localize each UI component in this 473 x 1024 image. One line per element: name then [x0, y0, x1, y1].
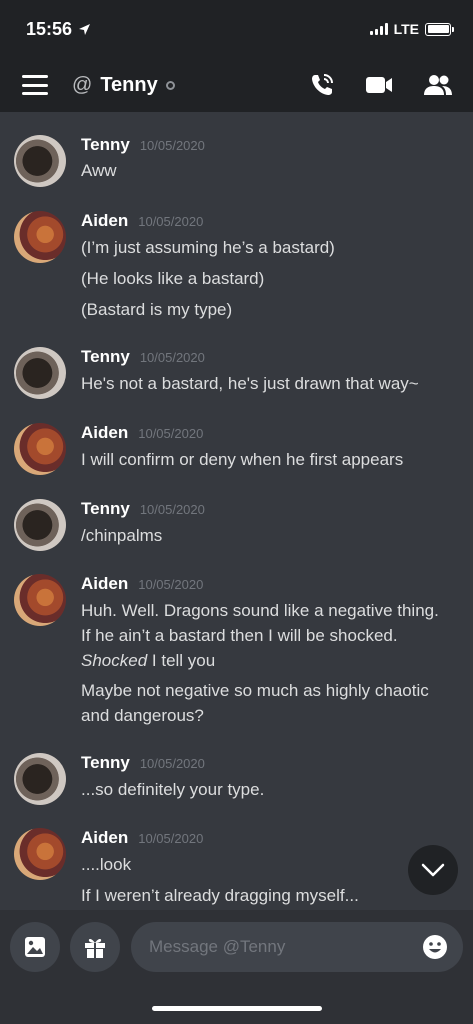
- channel-header: @ Tenny: [0, 58, 473, 112]
- message-author[interactable]: Aiden: [81, 574, 128, 594]
- location-arrow-icon: [79, 23, 91, 35]
- message-text: He's not a bastard, he's just drawn that…: [81, 374, 419, 393]
- message-timestamp: 10/05/2020: [138, 214, 204, 229]
- at-symbol: @: [72, 73, 93, 96]
- gift-icon: [85, 938, 105, 958]
- avatar[interactable]: [14, 499, 66, 551]
- message-text: /chinpalms: [81, 526, 163, 545]
- message-text: Shocked I tell you: [81, 651, 215, 671]
- message-text: (Bastard is my type): [81, 300, 233, 319]
- gift-button[interactable]: [70, 922, 120, 972]
- message-text: If I weren’t already dragging myself...: [81, 886, 359, 905]
- message-timestamp: 10/05/2020: [139, 350, 205, 365]
- message-meta: Tenny 10/05/2020: [81, 753, 205, 773]
- message-timestamp: 10/05/2020: [138, 577, 204, 592]
- message-meta: Aiden 10/05/2020: [81, 574, 203, 594]
- status-bar: 15:56 LTE: [0, 0, 473, 58]
- message-meta: Aiden 10/05/2020: [81, 423, 203, 443]
- chevron-down-icon: [421, 863, 445, 877]
- message-text: Huh. Well. Dragons sound like a negative…: [81, 601, 439, 620]
- avatar[interactable]: [14, 423, 66, 475]
- message-timestamp: 10/05/2020: [139, 756, 205, 771]
- message-text: If he ain’t a bastard then I will be sho…: [81, 626, 398, 645]
- message-author[interactable]: Tenny: [81, 753, 130, 773]
- phone-call-icon[interactable]: [309, 72, 335, 98]
- message-text-italic: Shocked: [81, 651, 148, 670]
- message-author[interactable]: Tenny: [81, 347, 130, 367]
- composer-bar: [0, 910, 473, 1024]
- message-text: and dangerous?: [81, 706, 204, 725]
- message-author[interactable]: Aiden: [81, 828, 128, 848]
- image-icon: [25, 937, 45, 957]
- message-author[interactable]: Aiden: [81, 211, 128, 231]
- message-author[interactable]: Aiden: [81, 423, 128, 443]
- message-author[interactable]: Tenny: [81, 135, 130, 155]
- message-timestamp: 10/05/2020: [138, 426, 204, 441]
- message-timestamp: 10/05/2020: [138, 831, 204, 846]
- message-input-wrapper: [131, 922, 463, 972]
- battery-icon: [425, 22, 454, 36]
- status-time-group: 15:56: [26, 19, 91, 40]
- header-actions: [309, 72, 453, 98]
- message-input[interactable]: [149, 937, 421, 957]
- message-text: I will confirm or deny when he first app…: [81, 450, 404, 469]
- members-icon[interactable]: [423, 73, 453, 97]
- channel-name: Tenny: [100, 73, 158, 96]
- video-camera-icon[interactable]: [365, 74, 393, 96]
- message-list[interactable]: Tenny 10/05/2020 Aww Aiden 10/05/2020 (I…: [0, 112, 473, 910]
- message-text-rest: I tell you: [147, 651, 216, 670]
- message-meta: Aiden 10/05/2020: [81, 211, 203, 231]
- message-author[interactable]: Tenny: [81, 499, 130, 519]
- signal-icon: [369, 23, 388, 35]
- message-meta: Tenny 10/05/2020: [81, 347, 205, 367]
- emoji-icon[interactable]: [421, 933, 449, 961]
- message-text: Aww: [81, 161, 117, 180]
- image-upload-button[interactable]: [10, 922, 60, 972]
- message-timestamp: 10/05/2020: [139, 502, 205, 517]
- message-timestamp: 10/05/2020: [139, 138, 205, 153]
- message-text: ....look: [81, 855, 132, 874]
- presence-offline-icon: [165, 80, 175, 90]
- status-time: 15:56: [26, 18, 73, 39]
- scroll-to-bottom-button[interactable]: [408, 845, 458, 895]
- network-label: LTE: [393, 21, 419, 37]
- message-text: (I’m just assuming he’s a bastard): [81, 238, 335, 257]
- message-meta: Tenny 10/05/2020: [81, 135, 205, 155]
- avatar[interactable]: [14, 135, 66, 187]
- status-indicators: LTE: [369, 21, 454, 37]
- message-meta: Tenny 10/05/2020: [81, 499, 205, 519]
- message-text: Maybe not negative so much as highly cha…: [81, 681, 429, 700]
- avatar[interactable]: [14, 211, 66, 263]
- avatar[interactable]: [14, 574, 66, 626]
- message-text: (He looks like a bastard): [81, 269, 265, 288]
- message-meta: Aiden 10/05/2020: [81, 828, 203, 848]
- hamburger-menu-icon[interactable]: [22, 75, 48, 95]
- message-text: ...so definitely your type.: [81, 780, 265, 799]
- avatar[interactable]: [14, 753, 66, 805]
- home-indicator[interactable]: [152, 1006, 322, 1011]
- avatar[interactable]: [14, 347, 66, 399]
- avatar[interactable]: [14, 828, 66, 880]
